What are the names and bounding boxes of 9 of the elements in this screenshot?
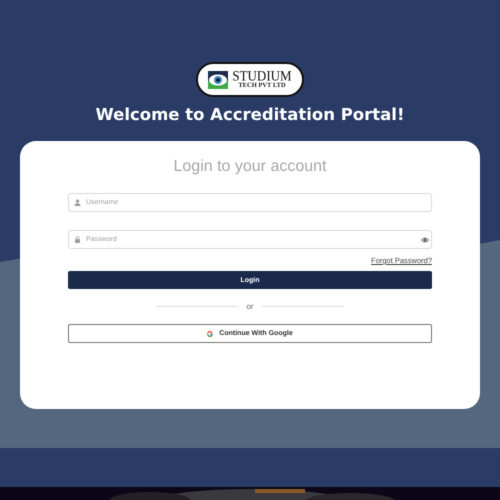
eye-icon [208,70,228,88]
page-title: Welcome to Accreditation Portal! [96,105,404,126]
eye-icon[interactable] [421,236,429,242]
google-icon [207,330,214,336]
card-heading: Login to your account [172,158,328,176]
divider-text: or [246,302,254,311]
lock-icon [74,236,81,243]
logo-name: STUDIUM [232,68,292,83]
user-icon [74,199,81,206]
